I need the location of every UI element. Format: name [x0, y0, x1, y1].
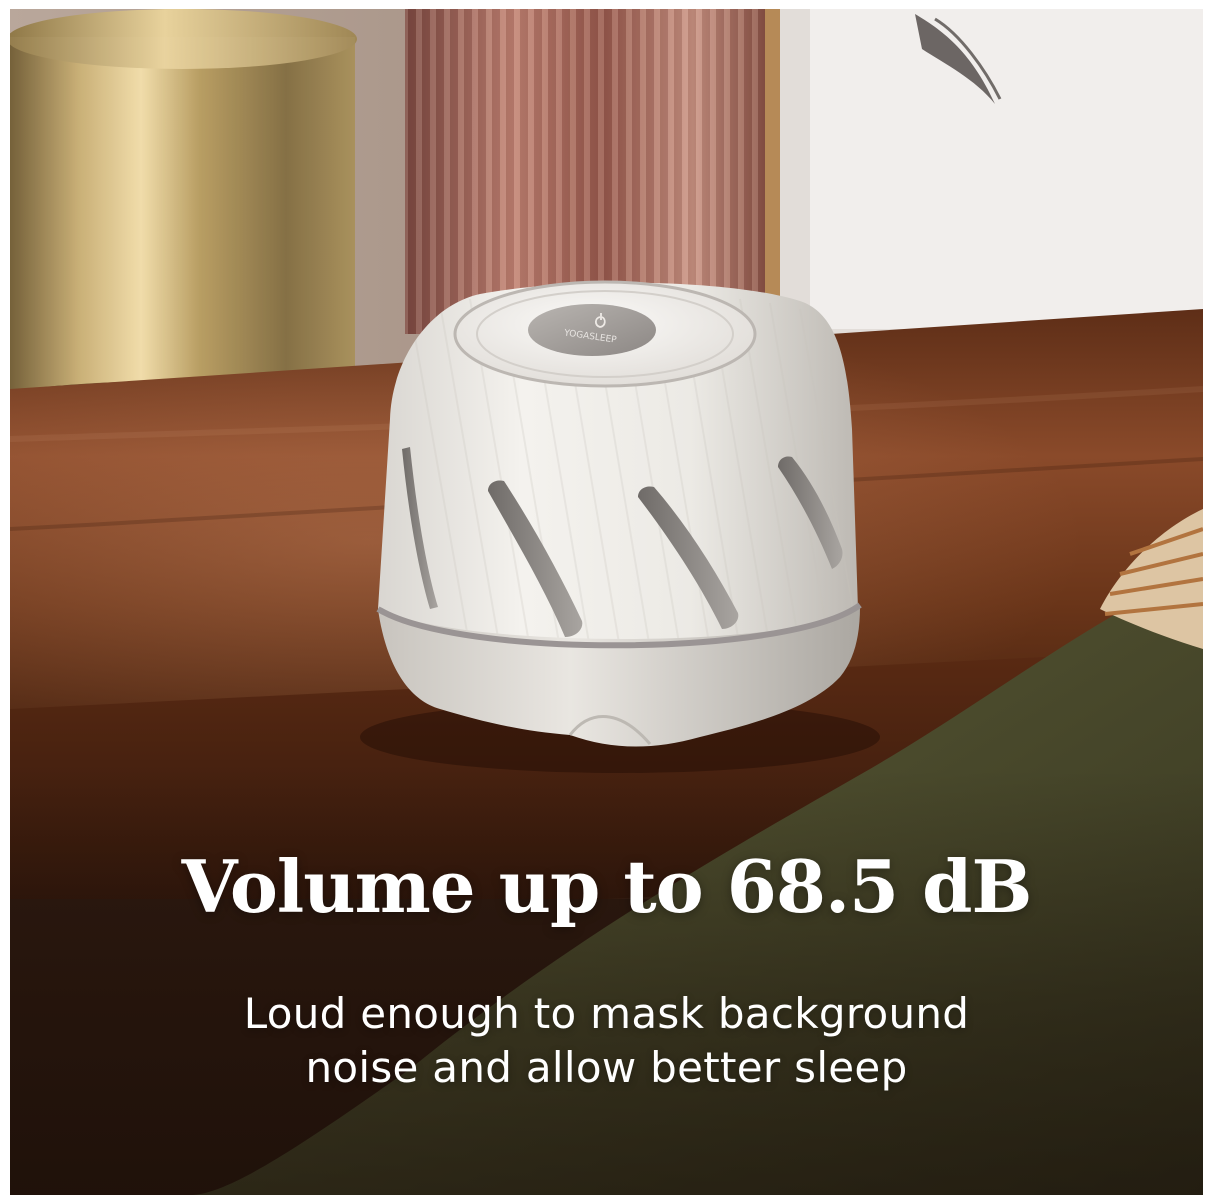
- power-button: YOGASLEEP: [528, 304, 656, 356]
- brass-canister: [10, 9, 357, 413]
- headline: Volume up to 68.5 dB: [181, 844, 1033, 929]
- product-photo: YOGASLEEP Volume up to 68.5 dB Loud enou…: [10, 9, 1203, 1195]
- subline-line-2: noise and allow better sleep: [305, 1043, 908, 1092]
- sound-machine: YOGASLEEP: [376, 280, 862, 747]
- subline: Loud enough to mask background noise and…: [10, 987, 1203, 1095]
- subline-line-1: Loud enough to mask background: [243, 989, 970, 1038]
